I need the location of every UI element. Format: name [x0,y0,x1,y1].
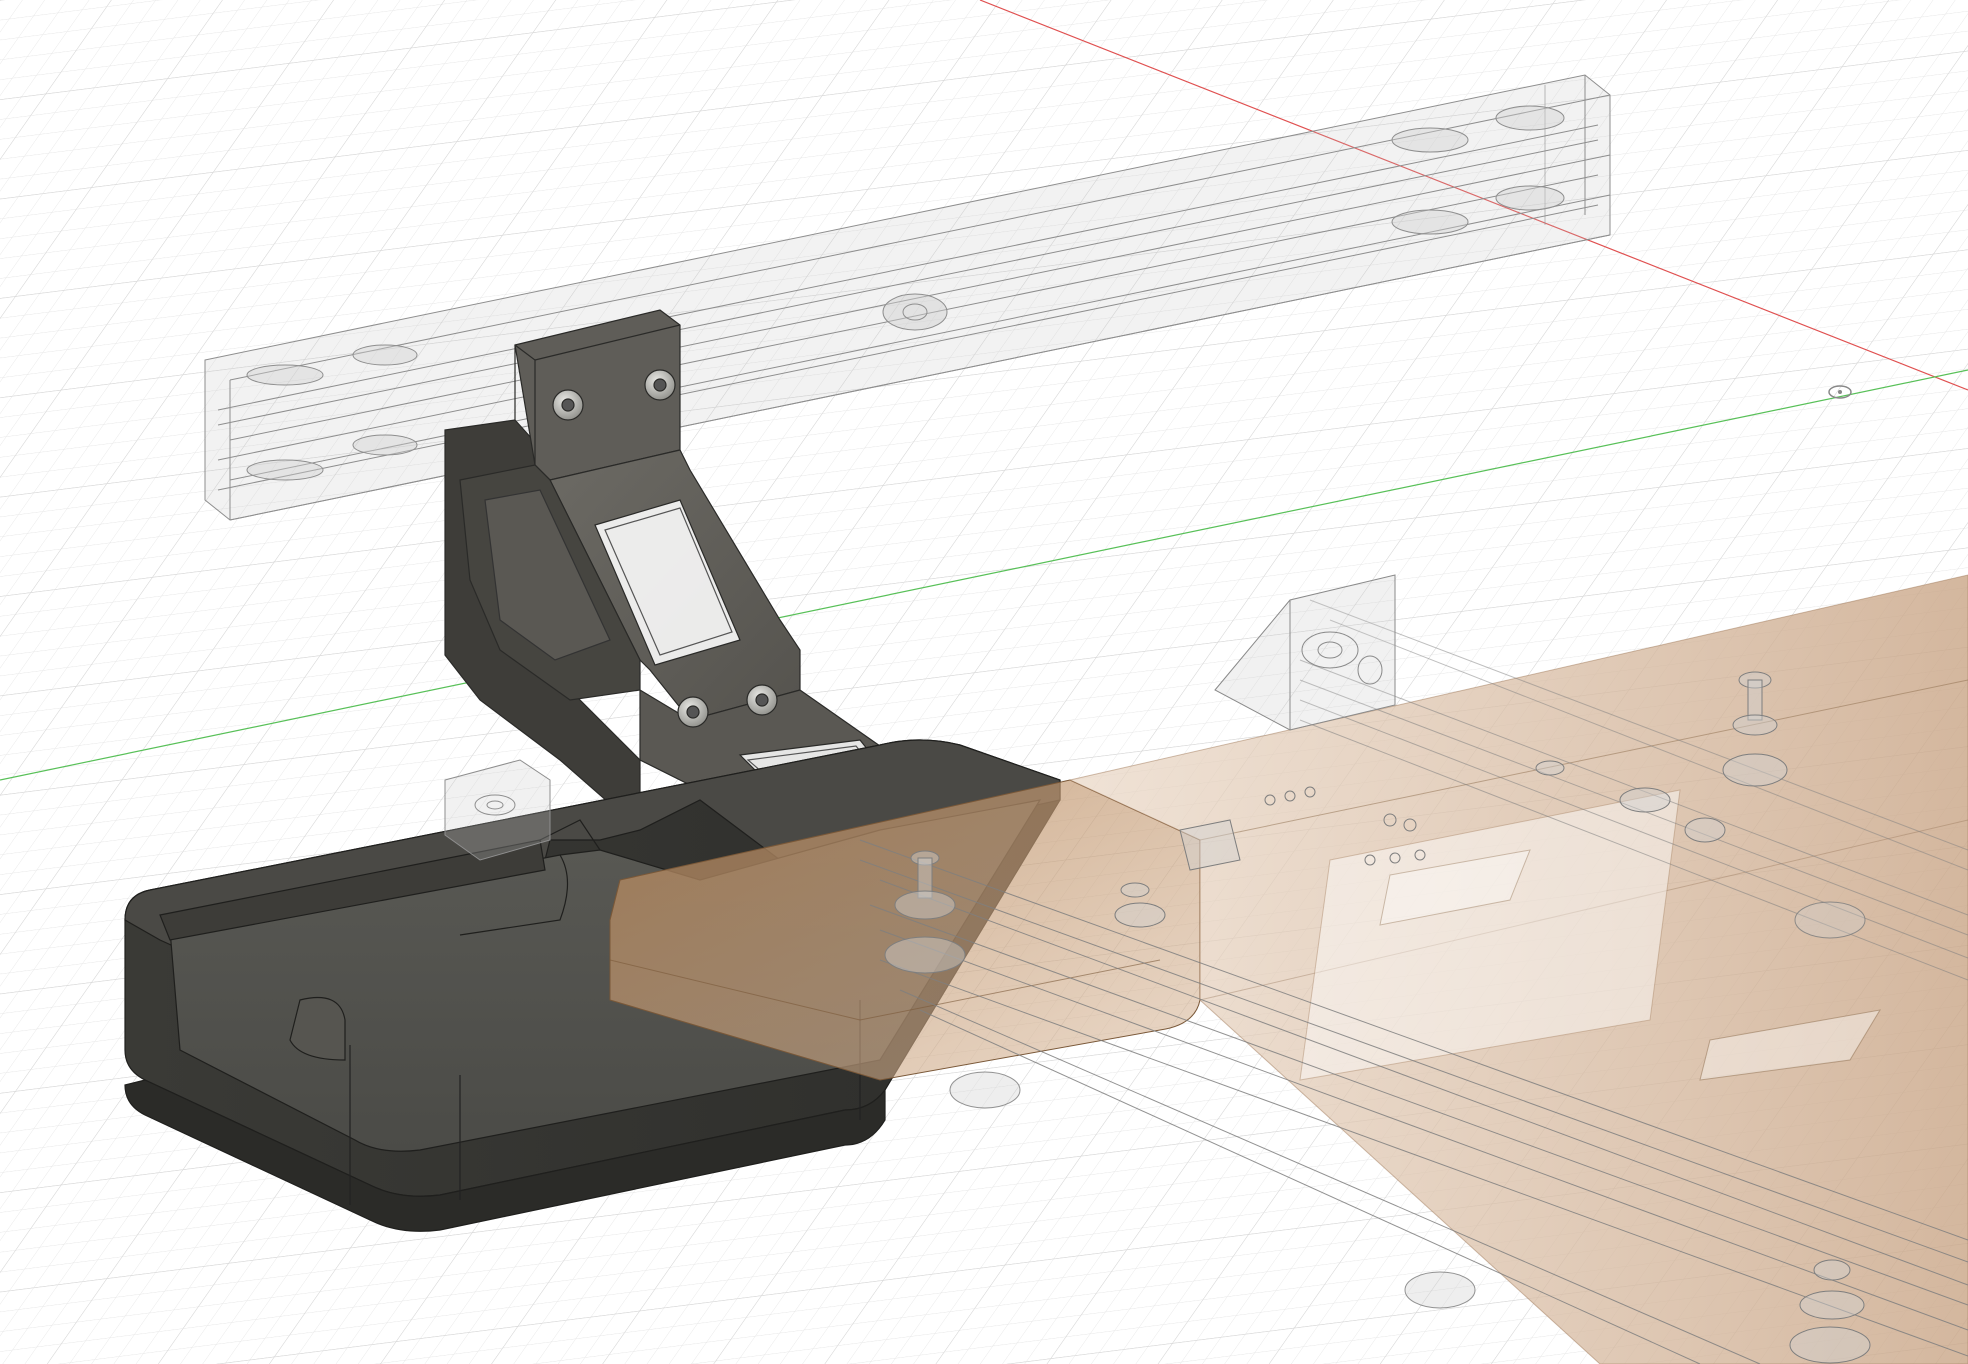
screw-head-icon [552,389,584,421]
screw-head-icon [746,684,778,716]
3d-scene-canvas[interactable] [0,0,1968,1364]
origin-center [1838,390,1842,394]
3d-viewport[interactable] [0,0,1968,1364]
screw-head-icon [677,696,709,728]
screw-head-icon [644,369,676,401]
